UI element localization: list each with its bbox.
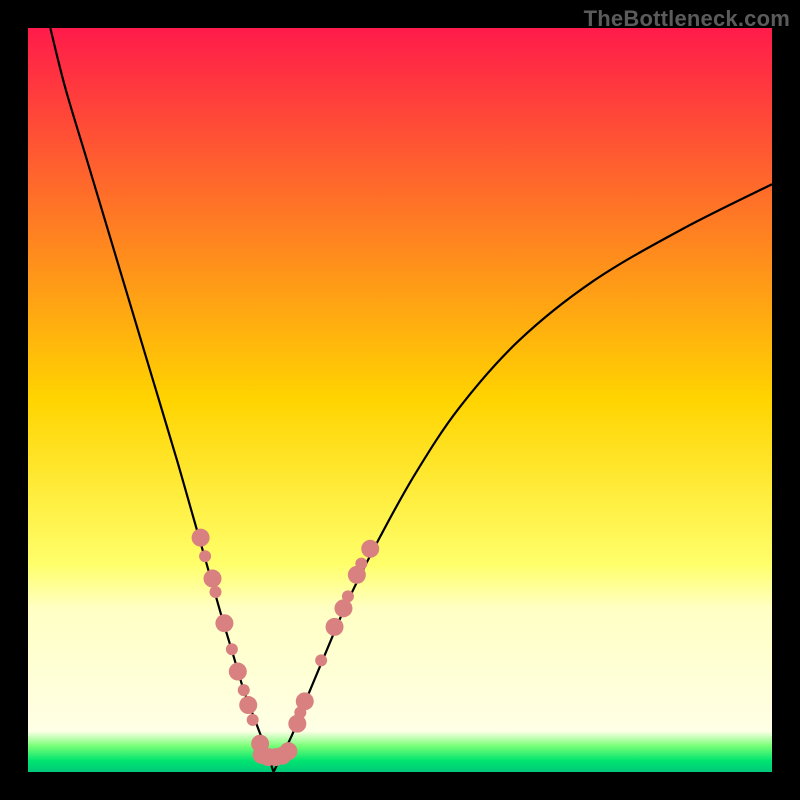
marker-dot [204, 570, 222, 588]
marker-dot [315, 654, 327, 666]
chart-svg [28, 28, 772, 772]
marker-dot [247, 714, 259, 726]
marker-dot [342, 590, 354, 602]
marker-dot [239, 696, 257, 714]
marker-dot [192, 529, 210, 547]
marker-dot [226, 643, 238, 655]
marker-dot [229, 663, 247, 681]
marker-dot [215, 614, 233, 632]
gradient-background [28, 28, 772, 772]
marker-dot [238, 684, 250, 696]
marker-dot [199, 550, 211, 562]
plot-area [28, 28, 772, 772]
marker-dot [355, 558, 367, 570]
marker-dot [209, 586, 221, 598]
chart-frame: TheBottleneck.com [0, 0, 800, 800]
marker-dot [296, 692, 314, 710]
marker-dot [326, 618, 344, 636]
watermark-label: TheBottleneck.com [584, 6, 790, 32]
marker-dot [279, 742, 297, 760]
marker-dot [361, 540, 379, 558]
